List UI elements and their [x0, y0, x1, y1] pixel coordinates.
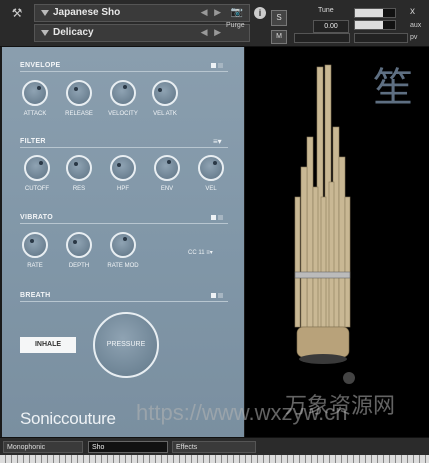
vibrato-divider — [20, 223, 228, 224]
res-knob[interactable] — [66, 155, 92, 181]
rate-knob[interactable] — [22, 232, 48, 258]
breath-toggle-on[interactable] — [211, 293, 216, 298]
breath-divider — [20, 301, 228, 302]
watermark-url: https://www.wxzyw.cn — [136, 400, 348, 425]
meter-fill-right — [355, 21, 383, 29]
level-meter-left — [354, 8, 396, 18]
depth-knob[interactable] — [66, 232, 92, 258]
cc-selector[interactable]: CC 11 ≡▾ — [188, 249, 213, 256]
envelope-title: ENVELOPE — [20, 62, 61, 69]
collapse-triangle-icon[interactable] — [41, 10, 49, 16]
cc-label: CC 11 — [188, 250, 205, 256]
release-knob[interactable] — [66, 80, 92, 106]
wrench-icon[interactable]: ⚒ — [8, 6, 26, 20]
info-icon[interactable]: i — [254, 7, 266, 19]
level-meter-right — [354, 20, 396, 30]
envelope-toggle-off[interactable] — [218, 63, 223, 68]
footer-bar: Monophonic Sho Effects — [0, 437, 429, 463]
vel-atk-knob[interactable] — [152, 80, 178, 106]
vibrato-title: VIBRATO — [20, 214, 53, 221]
rate-mod-knob[interactable] — [110, 232, 136, 258]
footer-tab-sho[interactable]: Sho — [88, 441, 168, 453]
footer-tab-effects[interactable]: Effects — [172, 441, 256, 453]
preset-triangle-icon[interactable] — [41, 30, 49, 36]
env-knob[interactable] — [154, 155, 180, 181]
filter-menu-icon[interactable]: ≡▾ — [213, 137, 222, 146]
aux-label[interactable]: aux — [410, 22, 421, 29]
vibrato-toggle-on[interactable] — [211, 215, 216, 220]
vel-label: VEL — [205, 186, 217, 192]
preset-name: Delicacy — [53, 27, 94, 38]
filter-divider — [20, 147, 228, 148]
breath-toggle-off[interactable] — [218, 293, 223, 298]
cutoff-knob[interactable] — [24, 155, 50, 181]
meter-fill-left — [355, 9, 383, 17]
filter-title: FILTER — [20, 138, 46, 145]
vibrato-toggle-off[interactable] — [218, 215, 223, 220]
preset-nav-arrows[interactable]: ◀ ▶ — [201, 27, 223, 38]
sho-kanji: 笙 — [373, 65, 413, 111]
attack-knob[interactable] — [22, 80, 48, 106]
solo-button[interactable]: S — [271, 10, 287, 26]
close-icon[interactable]: x — [410, 6, 415, 17]
breath-title: BREATH — [20, 292, 51, 299]
vibrato-menu-icon[interactable]: ≡▾ — [206, 250, 213, 256]
inhale-button[interactable]: INHALE — [20, 337, 76, 353]
tune-label: Tune — [318, 7, 334, 14]
instrument-header: ⚒ Japanese Sho ◀ ▶ 📷 i Delicacy ◀ ▶ Purg… — [0, 0, 429, 47]
vel-atk-label: VEL ATK — [153, 111, 177, 117]
instrument-nav-arrows[interactable]: ◀ ▶ — [201, 7, 223, 18]
rate-mod-label: RATE MOD — [107, 263, 139, 269]
hpf-knob[interactable] — [110, 155, 136, 181]
instrument-name: Japanese Sho — [53, 7, 121, 18]
pv-label[interactable]: pv — [410, 34, 417, 41]
tune-value[interactable]: 0.00 — [313, 20, 349, 33]
instrument-name-field[interactable]: Japanese Sho ◀ ▶ 📷 — [34, 4, 250, 22]
volume-slider[interactable] — [354, 33, 408, 43]
vel-knob[interactable] — [198, 155, 224, 181]
pan-slider[interactable] — [294, 33, 350, 43]
instrument-image: 笙 — [245, 47, 429, 437]
control-panel: ENVELOPE ATTACK RELEASE VELOCITY VEL ATK… — [2, 47, 244, 437]
pressure-knob[interactable]: PRESSURE — [93, 312, 159, 378]
mute-button[interactable]: M — [271, 30, 287, 44]
envelope-toggle-on[interactable] — [211, 63, 216, 68]
preset-name-field[interactable]: Delicacy ◀ ▶ — [34, 24, 250, 42]
envelope-divider — [20, 71, 228, 72]
soniccouture-logo: Soniccouture — [20, 409, 116, 428]
velocity-knob[interactable] — [110, 80, 136, 106]
purge-dropdown[interactable]: Purge — [226, 22, 245, 29]
pressure-label: PRESSURE — [106, 341, 146, 348]
footer-tab-monophonic[interactable]: Monophonic — [3, 441, 83, 453]
camera-icon[interactable]: 📷 — [231, 7, 243, 18]
